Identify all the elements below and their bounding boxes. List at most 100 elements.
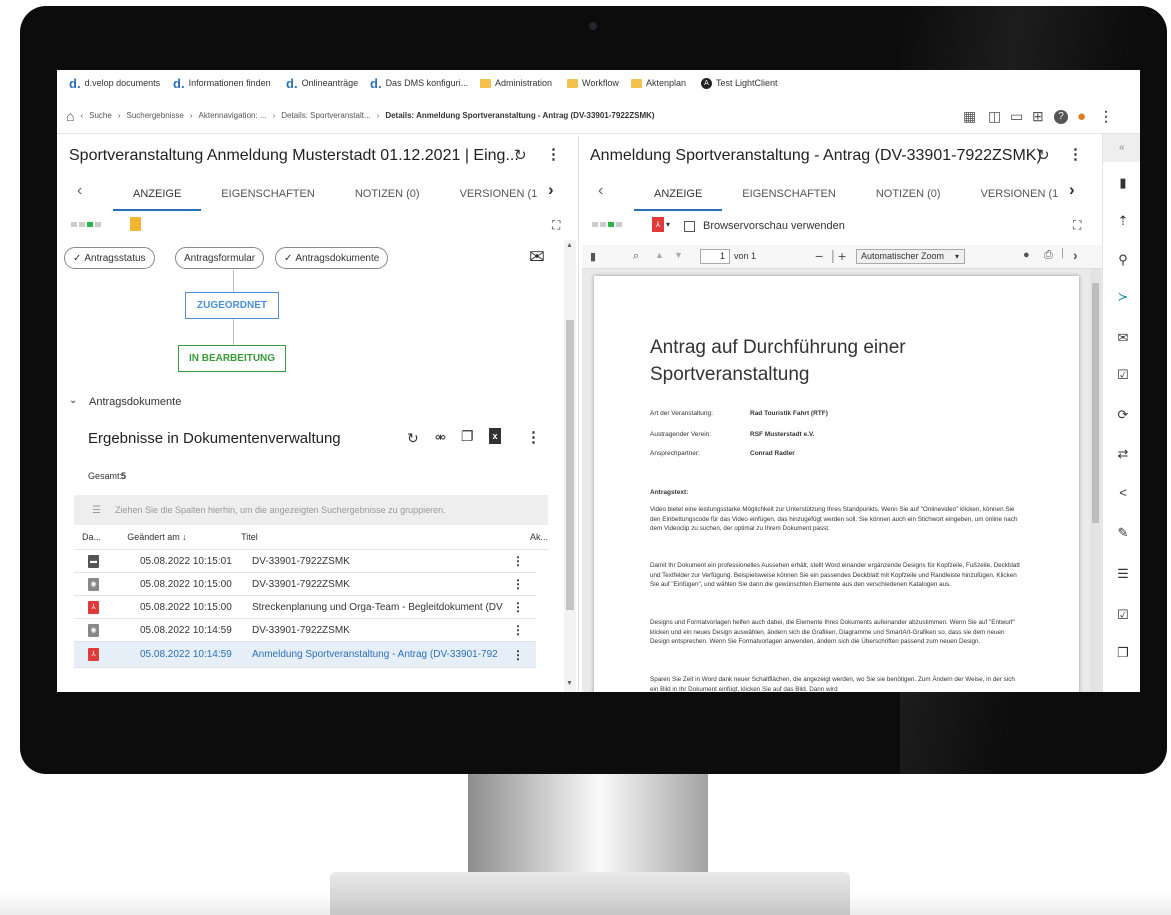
bookmark-dms-konfiguration[interactable]: d. Das DMS konfiguri... (370, 70, 468, 96)
tabs-prev-icon[interactable]: ‹ (77, 182, 82, 200)
more-vert-icon[interactable]: ⋮ (1099, 108, 1113, 125)
chevron-down-icon[interactable]: ⌄ (69, 395, 77, 406)
refresh-icon[interactable]: ↻ (407, 430, 419, 447)
upload-icon[interactable]: ⇡ (1112, 213, 1134, 229)
share-icon[interactable]: < (1112, 485, 1134, 500)
find-icon[interactable]: ⌕ (633, 250, 639, 263)
excel-export-icon[interactable]: x (489, 428, 501, 444)
chip-antragsformular[interactable]: Antragsformular (175, 247, 265, 269)
pane-divider[interactable] (578, 136, 579, 692)
dropdown-arrow-icon[interactable]: ▾ (666, 220, 670, 229)
location-icon[interactable]: ⚲ (1112, 252, 1134, 268)
more-tools-icon[interactable]: › (1073, 247, 1078, 263)
group-by-drop-zone[interactable]: ☰ Ziehen Sie die Spalten hierhin, um die … (74, 495, 548, 525)
bookmark-onlineantraege[interactable]: d. Onlineanträge (286, 70, 358, 96)
table-row-selected[interactable]: ⅄ 05.08.2022 10:14:59 Anmeldung Sportver… (74, 642, 536, 668)
workflow-state-in-bearbeitung[interactable]: IN BEARBEITUNG (178, 345, 286, 372)
zoom-in-icon[interactable]: + (838, 248, 846, 264)
signature-icon[interactable]: ✎ (1112, 525, 1134, 541)
tab-versionen[interactable]: VERSIONEN (1 (961, 177, 1079, 211)
bookmark-test-lightclient[interactable]: A Test LightClient (701, 70, 778, 96)
user-avatar-icon[interactable]: ● (1077, 108, 1086, 125)
row-menu-icon[interactable]: ⋮ (508, 623, 528, 637)
tab-notizen[interactable]: NOTIZEN (0) (335, 177, 440, 211)
browser-preview-checkbox[interactable] (684, 221, 695, 232)
row-menu-icon[interactable]: ⋮ (508, 554, 528, 568)
mail-at-icon[interactable]: ✉ (529, 246, 545, 269)
zoom-select[interactable]: Automatischer Zoom ▾ (856, 249, 965, 264)
pdf-scrollbar-thumb[interactable] (1092, 283, 1099, 523)
pdf-icon[interactable]: ⅄ (652, 217, 664, 232)
clipboard-check-icon[interactable]: ☑ (1112, 607, 1134, 623)
more-vert-icon[interactable]: ⋮ (1068, 145, 1083, 163)
gift-icon[interactable]: ⊞ (1032, 108, 1044, 125)
page-number-input[interactable]: 1 (700, 249, 730, 264)
workflow-state-zugeordnet[interactable]: ZUGEORDNET (185, 292, 279, 319)
apps-grid-icon[interactable]: ▦ (963, 108, 976, 125)
bookmark-dvelop-documents[interactable]: d. d.velop documents (69, 70, 160, 96)
print-icon[interactable]: ⎙ (1044, 249, 1053, 262)
view-switcher[interactable] (71, 222, 109, 227)
window-icon[interactable]: ▭ (1010, 108, 1023, 125)
col-actions[interactable]: Ak... (500, 532, 548, 542)
bookmark-aktenplan[interactable]: Aktenplan (631, 70, 686, 96)
book-icon[interactable]: ▮ (1112, 175, 1134, 191)
bookmark-administration[interactable]: Administration (480, 70, 552, 96)
table-row[interactable]: ◉ 05.08.2022 10:15:00 DV-33901-7922ZSMK … (74, 573, 536, 596)
row-menu-icon[interactable]: ⋮ (508, 600, 528, 614)
split-view-icon[interactable]: ◫ (988, 108, 1001, 125)
row-menu-icon[interactable]: ⋮ (508, 648, 528, 662)
table-row[interactable]: ◉ 05.08.2022 10:14:59 DV-33901-7922ZSMK … (74, 619, 536, 642)
fullscreen-icon[interactable]: ⛶ (1073, 218, 1081, 233)
refresh-icon[interactable]: ↻ (1037, 146, 1050, 164)
section-antragsdokumente[interactable]: Antragsdokumente (89, 396, 181, 408)
bookmark-workflow[interactable]: Workflow (567, 70, 619, 96)
breadcrumb-item[interactable]: Suche (89, 111, 112, 120)
tabs-prev-icon[interactable]: ‹ (598, 182, 603, 200)
tab-anzeige[interactable]: ANZEIGE (113, 177, 202, 211)
scroll-up-icon[interactable]: ▲ (566, 242, 573, 249)
table-row[interactable]: ⅄ 05.08.2022 10:15:00 Streckenplanung un… (74, 596, 536, 619)
sidebar-toggle-icon[interactable]: ▮ (590, 250, 596, 263)
scroll-down-icon[interactable]: ▼ (566, 680, 573, 687)
more-vert-icon[interactable]: ⋮ (526, 428, 541, 446)
view-switcher[interactable] (592, 222, 630, 227)
more-vert-icon[interactable]: ⋮ (546, 145, 561, 163)
tab-eigenschaften[interactable]: EIGENSCHAFTEN (722, 177, 856, 211)
home-icon[interactable]: ⌂ (66, 108, 74, 124)
refresh-icon[interactable]: ↻ (514, 146, 527, 164)
col-changed[interactable]: Geändert am ↓ (121, 532, 233, 542)
back-chevron-icon[interactable]: ‹ (80, 111, 83, 120)
breadcrumb-item[interactable]: Details: Sportveranstalt... (281, 111, 370, 120)
zoom-out-icon[interactable]: − (815, 248, 823, 264)
tabs-next-icon[interactable]: › (548, 180, 554, 200)
unlink-icon[interactable]: ⚮ (435, 430, 446, 446)
next-page-icon[interactable]: ▼ (674, 250, 683, 260)
tab-anzeige[interactable]: ANZEIGE (634, 177, 723, 211)
workflow-share-icon[interactable]: ≻ (1112, 289, 1134, 305)
help-icon[interactable]: ? (1054, 110, 1068, 124)
col-title[interactable]: Titel (233, 532, 500, 542)
breadcrumb-item[interactable]: Aktennavigation: ... (199, 111, 267, 120)
col-type[interactable]: Da... (74, 532, 121, 542)
checklist-icon[interactable]: ☰ (1112, 566, 1134, 582)
comment-icon[interactable]: ● (1023, 249, 1030, 261)
tab-notizen[interactable]: NOTIZEN (0) (856, 177, 961, 211)
copy-stack-icon[interactable]: ❐ (1112, 645, 1134, 661)
copy-icon[interactable]: ❐ (461, 428, 474, 445)
row-menu-icon[interactable]: ⋮ (508, 577, 528, 591)
bookmark-informationen-finden[interactable]: d. Informationen finden (173, 70, 271, 96)
left-scrollbar-thumb[interactable] (566, 320, 574, 610)
prev-page-icon[interactable]: ▲ (655, 250, 664, 260)
chip-antragsstatus[interactable]: ✓ Antragsstatus (64, 247, 155, 269)
collapse-icon[interactable]: « (1119, 142, 1125, 153)
breadcrumb-item[interactable]: Suchergebnisse (127, 111, 184, 120)
mail-at-icon[interactable]: ✉ (1112, 330, 1134, 346)
transfer-icon[interactable]: ⇄ (1112, 446, 1134, 462)
table-row[interactable]: ▬ 05.08.2022 10:15:01 DV-33901-7922ZSMK … (74, 550, 536, 573)
sync-icon[interactable]: ⟳ (1112, 407, 1134, 423)
clipboard-check-icon[interactable]: ☑ (1112, 367, 1134, 383)
tab-versionen[interactable]: VERSIONEN (1 (440, 177, 558, 211)
fullscreen-icon[interactable]: ⛶ (552, 218, 560, 233)
tabs-next-icon[interactable]: › (1069, 180, 1075, 200)
